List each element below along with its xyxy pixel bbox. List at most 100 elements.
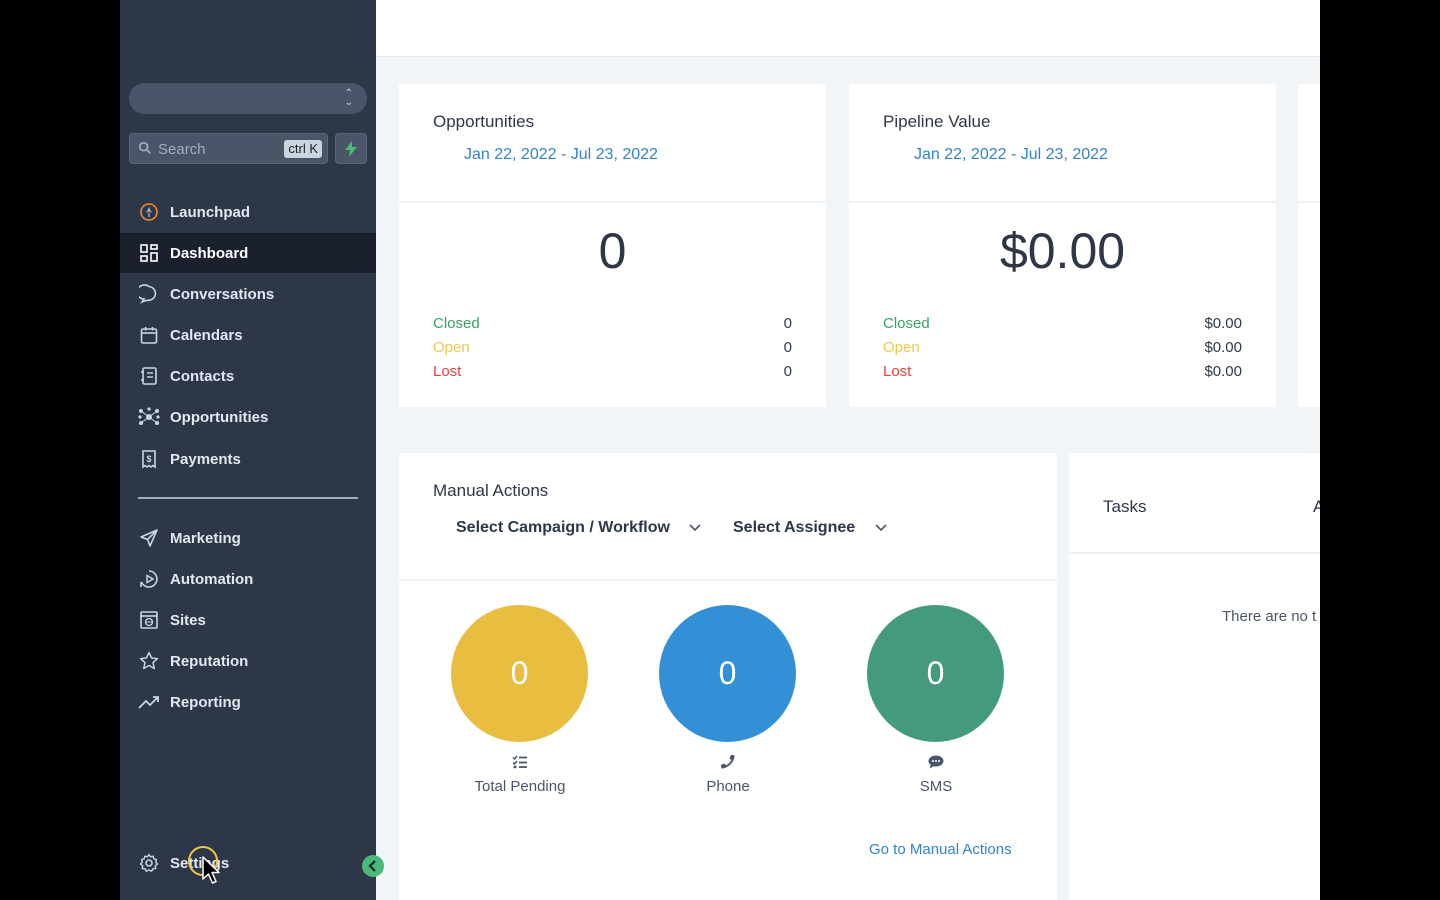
sidebar-item-label: Calendars (170, 326, 243, 344)
card-title: Pipeline Value (883, 112, 991, 131)
sms-value: 0 (926, 655, 945, 691)
card-divider (399, 579, 1057, 581)
tasks-card: Tasks A There are no t (1069, 453, 1320, 900)
stat-label: Closed (433, 315, 480, 332)
sidebar-item-label: Launchpad (170, 203, 251, 221)
stat-row-open: Open 0 (433, 339, 792, 359)
select-value: Select Assignee (733, 519, 856, 536)
sidebar-item-calendars[interactable]: Calendars (120, 315, 376, 355)
sidebar-item-payments[interactable]: $ Payments (120, 439, 376, 479)
phone-icon (648, 754, 808, 775)
search-placeholder: Search (158, 141, 206, 158)
sidebar-item-sites[interactable]: Sites (120, 600, 376, 640)
date-range-picker[interactable]: Jan 22, 2022 - Jul 23, 2022 (914, 146, 1108, 164)
sidebar-item-label: Automation (170, 570, 254, 588)
search-shortcut: ctrl K (284, 140, 322, 158)
sms-label: SMS (919, 778, 953, 795)
stat-value: $0.00 (1204, 315, 1242, 332)
sidebar-item-launchpad[interactable]: Launchpad (120, 192, 376, 232)
total-pending-value: 0 (510, 655, 529, 691)
sidebar-item-marketing[interactable]: Marketing (120, 518, 376, 558)
pipeline-value-card: Pipeline Value Jan 22, 2022 - Jul 23, 20… (849, 84, 1276, 407)
grid-icon (138, 242, 160, 264)
chevron-down-icon (689, 524, 701, 531)
card-title: Tasks (1103, 497, 1147, 516)
tasks-empty-message: There are no t (1222, 608, 1317, 625)
quick-actions-button[interactable] (335, 133, 367, 164)
campaign-workflow-select[interactable]: Select Campaign / Workflow (456, 519, 702, 537)
sidebar-item-conversations[interactable]: Conversations (120, 274, 376, 314)
tasks-header-right: A (1313, 497, 1320, 516)
stat-value: 0 (783, 363, 792, 380)
sidebar-item-label: Contacts (170, 367, 235, 385)
stat-row-open: Open $0.00 (883, 339, 1242, 359)
sidebar-item-label: Conversations (170, 285, 275, 303)
network-icon (138, 406, 160, 428)
trending-up-icon (138, 691, 160, 713)
stat-row-lost: Lost $0.00 (883, 363, 1242, 383)
sidebar: ⌃ ⌄ Search ctrl K Launchpad Dashboard Con… (120, 0, 376, 900)
lightning-icon (345, 141, 357, 157)
sidebar-item-label: Reputation (170, 652, 249, 670)
third-stat-card (1298, 84, 1320, 407)
top-header (376, 0, 1320, 57)
phone-label: Phone (706, 778, 750, 795)
total-value: 0 (598, 223, 627, 279)
assignee-select[interactable]: Select Assignee (733, 519, 888, 537)
sidebar-item-reputation[interactable]: Reputation (120, 641, 376, 681)
opportunities-card: Opportunities Jan 22, 2022 - Jul 23, 202… (399, 84, 826, 407)
chevron-down-icon (875, 524, 887, 531)
sidebar-item-label: Marketing (170, 529, 241, 547)
stat-row-closed: Closed $0.00 (883, 315, 1242, 335)
sidebar-item-label: Payments (170, 450, 241, 468)
contacts-book-icon (138, 365, 160, 387)
phone-circle[interactable]: 0 (659, 605, 796, 742)
stat-row-lost: Lost 0 (433, 363, 792, 383)
card-divider (849, 201, 1276, 203)
sidebar-item-reporting[interactable]: Reporting (120, 682, 376, 722)
select-value: Select Campaign / Workflow (456, 519, 670, 536)
play-circle-icon (138, 568, 160, 590)
stat-label: Open (883, 339, 920, 356)
sidebar-item-label: Reporting (170, 693, 241, 711)
chat-icon (138, 283, 160, 305)
sms-chat-icon (856, 755, 1016, 774)
stat-label: Lost (433, 363, 462, 380)
go-to-manual-actions-link[interactable]: Go to Manual Actions (869, 841, 1012, 858)
calendar-icon (138, 324, 160, 346)
card-title: Manual Actions (433, 481, 549, 500)
account-switcher[interactable]: ⌃ ⌄ (129, 83, 367, 114)
app-window: ⌃ ⌄ Search ctrl K Launchpad Dashboard Con… (120, 0, 1320, 900)
sidebar-item-automation[interactable]: Automation (120, 559, 376, 599)
card-divider (1069, 552, 1320, 554)
stat-label: Closed (883, 315, 930, 332)
search-input[interactable]: Search ctrl K (129, 133, 328, 164)
sidebar-collapse-button[interactable] (362, 855, 384, 877)
card-divider (399, 201, 826, 203)
card-title: Opportunities (433, 112, 535, 131)
total-pending-label: Total Pending (474, 778, 566, 795)
stat-value: $0.00 (1204, 363, 1242, 380)
browser-globe-icon (138, 609, 160, 631)
phone-value: 0 (718, 655, 737, 691)
sidebar-divider (138, 497, 358, 499)
sidebar-item-settings[interactable]: Settings (120, 843, 376, 883)
stat-value: 0 (783, 339, 792, 356)
stat-label: Lost (883, 363, 912, 380)
task-list-icon (440, 755, 600, 774)
receipt-icon: $ (138, 448, 160, 470)
svg-text:$: $ (146, 454, 151, 464)
mouse-cursor-icon (202, 856, 220, 884)
sidebar-item-opportunities[interactable]: Opportunities (120, 397, 376, 437)
stat-value: 0 (783, 315, 792, 332)
sidebar-item-label: Opportunities (170, 408, 269, 426)
sidebar-item-dashboard[interactable]: Dashboard (120, 233, 376, 273)
sidebar-item-label: Dashboard (170, 244, 249, 262)
manual-actions-card: Manual Actions Select Campaign / Workflo… (399, 453, 1057, 900)
sidebar-item-contacts[interactable]: Contacts (120, 356, 376, 396)
sms-circle[interactable]: 0 (867, 605, 1004, 742)
total-pending-circle[interactable]: 0 (451, 605, 588, 742)
send-icon (138, 527, 160, 549)
date-range-picker[interactable]: Jan 22, 2022 - Jul 23, 2022 (464, 146, 658, 164)
sidebar-item-label: Sites (170, 611, 206, 629)
